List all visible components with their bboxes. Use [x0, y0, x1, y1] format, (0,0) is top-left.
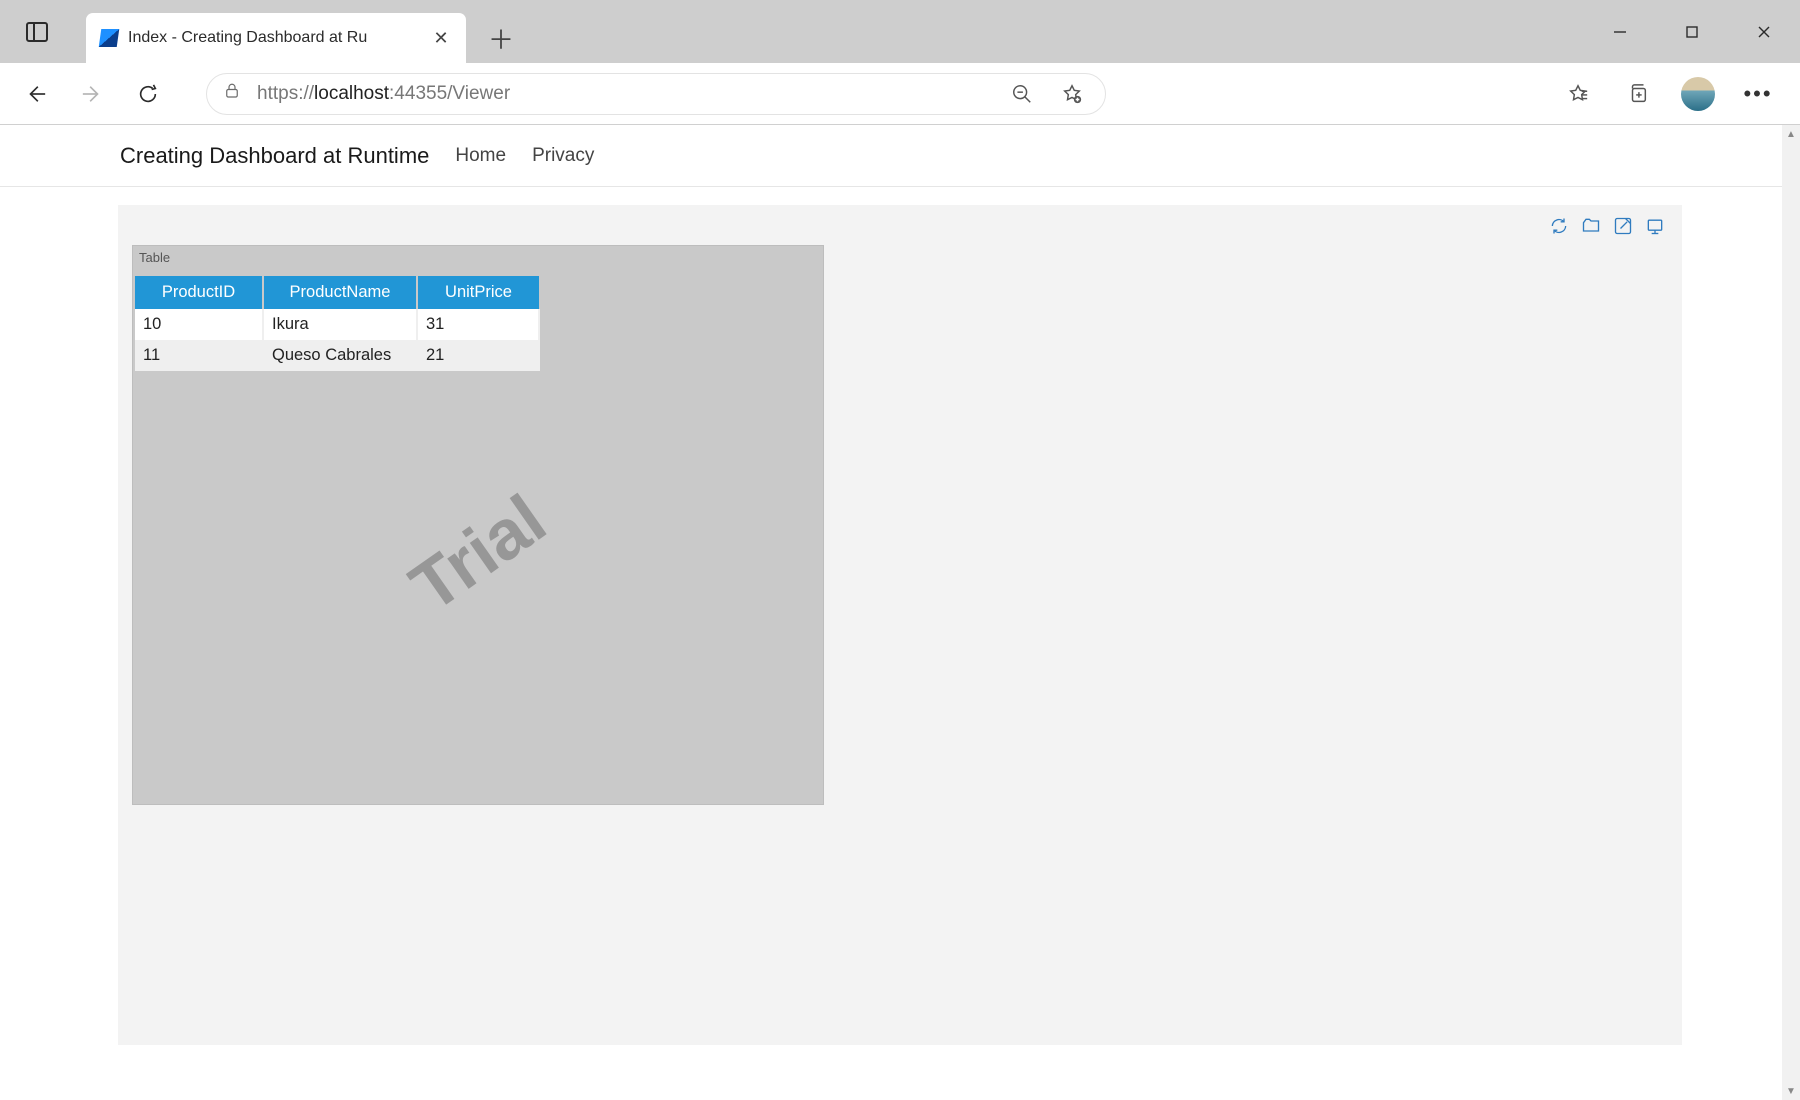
table-row[interactable]: 11 Queso Cabrales 21: [135, 340, 539, 371]
browser-toolbar: https://localhost:44355/Viewer •••: [0, 63, 1800, 125]
nav-forward-button[interactable]: [66, 70, 118, 118]
cell-unitprice: 21: [417, 340, 539, 371]
trial-watermark: Trial: [396, 479, 560, 627]
scroll-down-icon[interactable]: ▼: [1786, 1086, 1796, 1096]
tab-close-button[interactable]: ✕: [430, 28, 452, 49]
open-dashboard-icon[interactable]: [1580, 215, 1602, 237]
window-maximize-button[interactable]: [1656, 0, 1728, 63]
refresh-dashboard-icon[interactable]: [1548, 215, 1570, 237]
tab-actions-button[interactable]: [10, 0, 64, 63]
tab-title: Index - Creating Dashboard at Ru: [128, 29, 420, 47]
table-row[interactable]: 10 Ikura 31: [135, 309, 539, 340]
window-close-button[interactable]: [1728, 0, 1800, 63]
dashboard-container: Table ProductID ProductName UnitPrice 10…: [118, 205, 1682, 1045]
collections-icon[interactable]: [1614, 70, 1662, 118]
table-header-productname[interactable]: ProductName: [263, 276, 417, 309]
dashboard-toolbar: [1548, 215, 1666, 237]
favorites-icon[interactable]: [1554, 70, 1602, 118]
nav-link-privacy[interactable]: Privacy: [532, 145, 594, 167]
table-header-productid[interactable]: ProductID: [135, 276, 263, 309]
cell-productid: 11: [135, 340, 263, 371]
address-bar[interactable]: https://localhost:44355/Viewer: [206, 73, 1106, 115]
site-brand[interactable]: Creating Dashboard at Runtime: [120, 143, 429, 169]
nav-refresh-button[interactable]: [122, 70, 174, 118]
avatar-icon: [1681, 77, 1715, 111]
table-header-unitprice[interactable]: UnitPrice: [417, 276, 539, 309]
vertical-scrollbar[interactable]: ▲ ▼: [1782, 125, 1800, 1100]
page-viewport: ▲ ▼ Creating Dashboard at Runtime Home P…: [0, 125, 1800, 1100]
add-favorite-icon[interactable]: [1055, 83, 1089, 105]
site-navbar: Creating Dashboard at Runtime Home Priva…: [0, 125, 1800, 187]
window-controls: [1584, 0, 1800, 63]
tab-actions-icon: [26, 22, 48, 42]
cell-productname: Ikura: [263, 309, 417, 340]
table-panel[interactable]: Table ProductID ProductName UnitPrice 10…: [132, 245, 824, 805]
settings-more-button[interactable]: •••: [1734, 70, 1782, 118]
url-text: https://localhost:44355/Viewer: [257, 83, 989, 105]
browser-tab-strip: Index - Creating Dashboard at Ru ✕ ＋: [0, 0, 1800, 63]
cell-productname: Queso Cabrales: [263, 340, 417, 371]
fullscreen-dashboard-icon[interactable]: [1644, 215, 1666, 237]
window-minimize-button[interactable]: [1584, 0, 1656, 63]
site-info-icon[interactable]: [223, 81, 241, 107]
cell-productid: 10: [135, 309, 263, 340]
profile-avatar[interactable]: [1674, 70, 1722, 118]
product-table: ProductID ProductName UnitPrice 10 Ikura…: [135, 276, 540, 371]
scroll-up-icon[interactable]: ▲: [1786, 129, 1796, 139]
table-header-row: ProductID ProductName UnitPrice: [135, 276, 539, 309]
favicon-icon: [99, 29, 120, 47]
panel-title: Table: [139, 250, 170, 265]
nav-link-home[interactable]: Home: [455, 145, 506, 167]
nav-back-button[interactable]: [10, 70, 62, 118]
cell-unitprice: 31: [417, 309, 539, 340]
more-icon: •••: [1743, 81, 1772, 107]
browser-tab[interactable]: Index - Creating Dashboard at Ru ✕: [86, 13, 466, 63]
edit-dashboard-icon[interactable]: [1612, 215, 1634, 237]
zoom-out-icon[interactable]: [1005, 83, 1039, 105]
new-tab-button[interactable]: ＋: [476, 13, 526, 63]
